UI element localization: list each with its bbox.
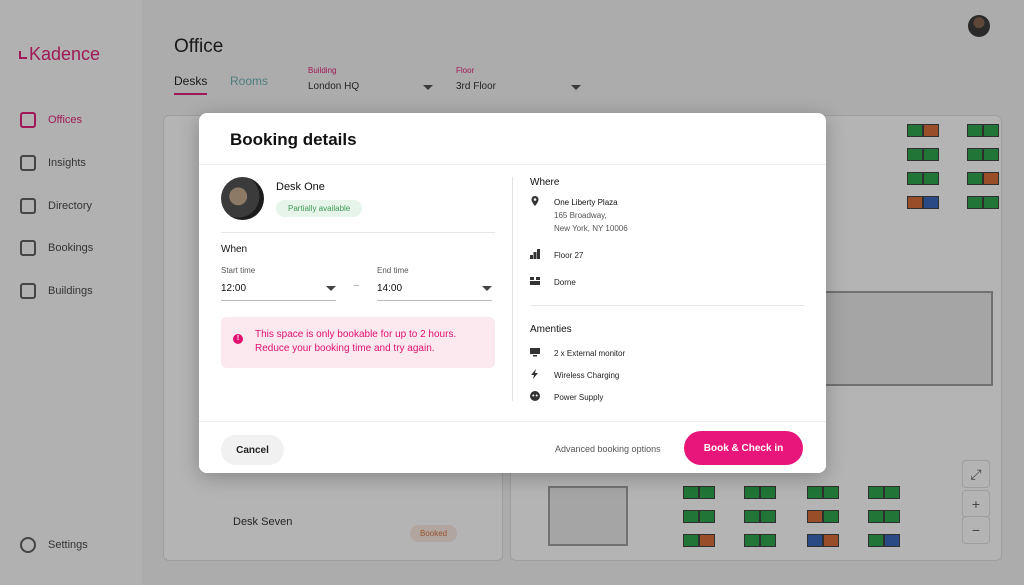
- modal-footer: Cancel Advanced booking options Book & C…: [199, 421, 826, 473]
- start-time-label: Start time: [221, 266, 256, 275]
- floor-row: Floor 27: [530, 249, 804, 262]
- zone-row: Dorne: [530, 276, 804, 289]
- alert-line-1: This space is only bookable for up to 2 …: [255, 329, 457, 340]
- where-heading: Where: [530, 177, 560, 188]
- monitor-icon: [530, 348, 540, 357]
- booking-details-modal: Booking details Desk One Partially avail…: [199, 113, 826, 473]
- power-outlet-icon: [530, 391, 540, 401]
- amenity-power: Power Supply: [554, 393, 604, 402]
- desk-summary: Desk One Partially available: [221, 177, 495, 220]
- when-heading: When: [221, 244, 248, 255]
- address-street: 165 Broadway,: [554, 211, 607, 220]
- amenities-heading: Amenties: [530, 324, 572, 335]
- divider: [221, 232, 495, 233]
- booking-right-column: Where One Liberty Plaza 165 Broadway, Ne…: [530, 177, 804, 404]
- time-range: Start time 12:00 – End time 14:00: [221, 266, 495, 301]
- chevron-down-icon: [326, 286, 336, 291]
- alert-icon: !: [233, 334, 243, 344]
- location-pin-icon: [531, 196, 539, 206]
- end-time-label: End time: [377, 266, 409, 275]
- floor-text: Floor 27: [554, 251, 584, 260]
- column-divider: [512, 177, 513, 401]
- booking-left-column: Desk One Partially available When Start …: [221, 177, 495, 368]
- end-time-value: 14:00: [377, 283, 403, 294]
- amenity-item: Power Supply: [530, 391, 804, 404]
- start-time-select[interactable]: Start time 12:00: [221, 266, 336, 301]
- lightning-icon: [531, 369, 538, 379]
- time-separator: –: [353, 280, 360, 291]
- floor-icon: [530, 249, 540, 259]
- advanced-booking-link[interactable]: Advanced booking options: [555, 444, 661, 454]
- modal-title: Booking details: [199, 113, 826, 165]
- zone-text: Dorne: [554, 278, 576, 287]
- address-name: One Liberty Plaza: [554, 198, 618, 207]
- desk-photo: [221, 177, 264, 220]
- divider: [530, 305, 804, 306]
- cancel-button[interactable]: Cancel: [221, 435, 284, 465]
- address-row: One Liberty Plaza 165 Broadway, New York…: [530, 196, 804, 235]
- amenity-wireless: Wireless Charging: [554, 371, 620, 380]
- book-check-in-button[interactable]: Book & Check in: [684, 431, 803, 465]
- booking-limit-alert: ! This space is only bookable for up to …: [221, 317, 495, 368]
- desk-name: Desk One: [276, 180, 325, 193]
- zone-icon: [530, 277, 540, 285]
- start-time-value: 12:00: [221, 283, 247, 294]
- address-city: New York, NY 10006: [554, 224, 628, 233]
- amenity-monitor: 2 x External monitor: [554, 349, 626, 358]
- end-time-select[interactable]: End time 14:00: [377, 266, 492, 301]
- amenity-item: Wireless Charging: [530, 369, 804, 382]
- availability-badge: Partially available: [276, 199, 363, 217]
- amenity-item: 2 x External monitor: [530, 347, 804, 360]
- alert-line-2: Reduce your booking time and try again.: [255, 343, 435, 354]
- chevron-down-icon: [482, 286, 492, 291]
